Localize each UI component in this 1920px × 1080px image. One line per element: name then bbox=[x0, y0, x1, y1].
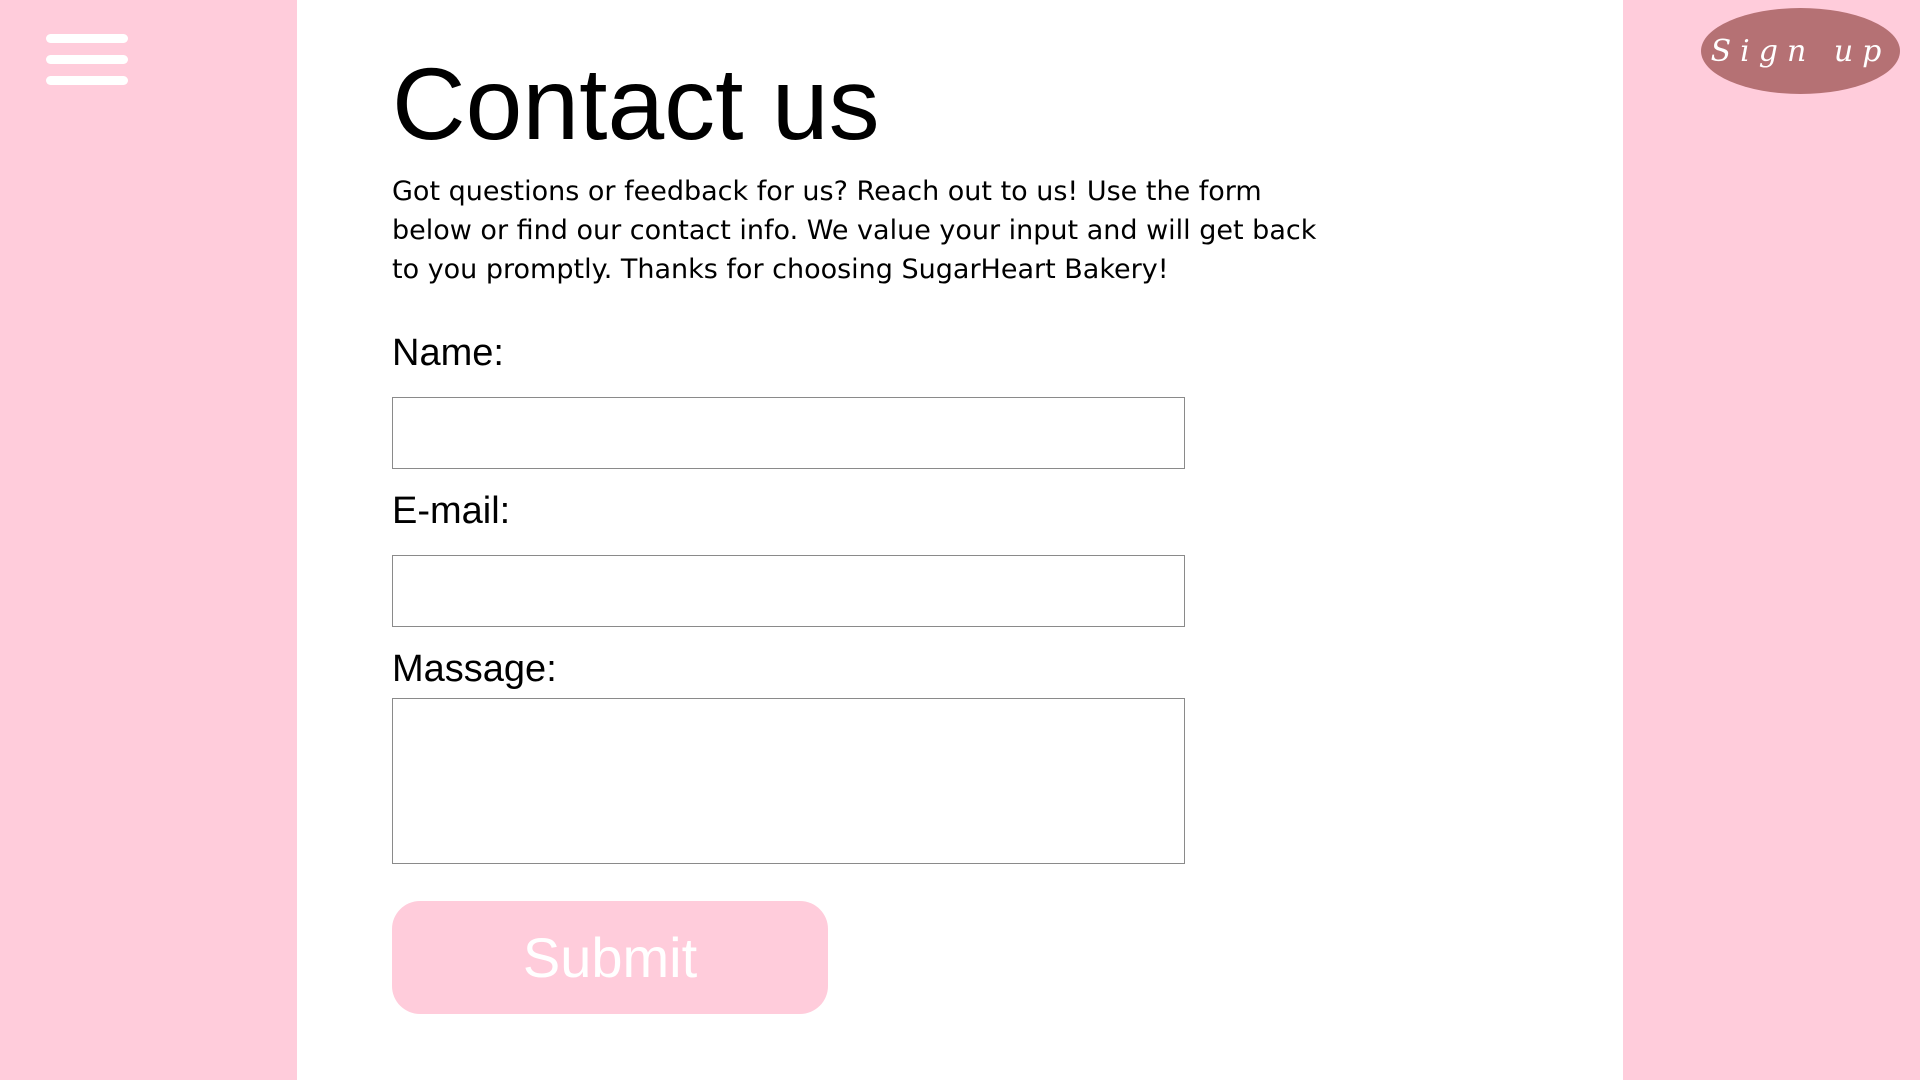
email-field[interactable] bbox=[392, 555, 1185, 627]
menu-bar-bottom bbox=[46, 76, 128, 85]
name-field[interactable] bbox=[392, 397, 1185, 469]
email-label: E-mail: bbox=[392, 490, 511, 532]
intro-text: Got questions or feedback for us? Reach … bbox=[392, 176, 1317, 285]
right-side-panel bbox=[1623, 0, 1920, 1080]
menu-bar-middle bbox=[46, 55, 128, 64]
sign-up-button[interactable]: Sign up bbox=[1701, 8, 1900, 94]
hamburger-menu-icon[interactable] bbox=[46, 32, 128, 88]
page-title: Contact us bbox=[392, 47, 880, 161]
contact-page: Sign up Contact us Got questions or feed… bbox=[0, 0, 1920, 1080]
submit-button[interactable]: Submit bbox=[392, 901, 828, 1014]
left-side-panel bbox=[0, 0, 297, 1080]
message-label: Massage: bbox=[392, 648, 557, 690]
menu-bar-top bbox=[46, 34, 128, 43]
message-field[interactable] bbox=[392, 698, 1185, 864]
name-label: Name: bbox=[392, 332, 504, 374]
